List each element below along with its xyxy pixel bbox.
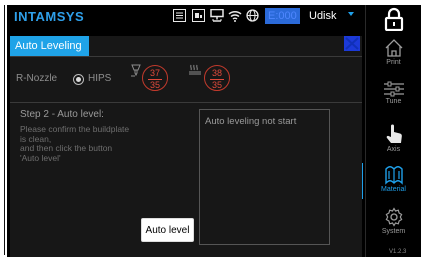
auto-level-button[interactable]: Auto level — [141, 218, 194, 242]
section-divider — [10, 102, 362, 103]
instructions-text: Please confirm the buildplate is clean, … — [20, 124, 180, 163]
gear-icon — [385, 207, 402, 227]
step-title: Step 2 - Auto level: — [20, 109, 104, 120]
firmware-version: V1.2.3 — [389, 249, 407, 255]
filament-spool-icon — [384, 166, 403, 185]
left-border-line — [4, 5, 5, 255]
status-log-box: Auto leveling not start — [199, 109, 330, 245]
nozzle-label: R-Nozzle — [16, 73, 58, 84]
bed-temp-target: 35 — [211, 80, 222, 90]
close-button[interactable] — [344, 36, 360, 51]
lock-icon — [384, 7, 403, 31]
grid-icon — [173, 9, 187, 22]
nav-item-system[interactable]: System — [366, 207, 421, 247]
bed-temp-current: 38 — [211, 68, 222, 78]
heated-bed-icon — [188, 64, 202, 83]
material-label: HIPS — [88, 73, 112, 84]
radio-dot — [76, 77, 81, 82]
chevron-down-icon[interactable] — [348, 12, 354, 16]
nav-label-tune: Tune — [385, 98, 402, 105]
auto-leveling-dialog: Auto Leveling R-Nozzle HIPS 37 35 38 35 … — [10, 36, 362, 257]
error-code-badge[interactable]: E:000 — [265, 8, 300, 24]
nav-item-tune[interactable]: Tune — [366, 81, 421, 121]
nav-label-system: System — [381, 228, 406, 235]
storage-selector[interactable]: Udisk — [309, 8, 337, 24]
nozzle-temperature: 37 35 — [142, 65, 168, 91]
close-icon — [345, 37, 359, 50]
home-icon — [385, 39, 402, 57]
wifi-icon — [228, 9, 242, 22]
brand-logo: INTAMSYS — [14, 9, 85, 24]
nav-label-print: Print — [386, 59, 401, 66]
lock-button[interactable] — [366, 7, 421, 33]
dialog-title: Auto Leveling — [10, 36, 89, 56]
nozzle-icon — [130, 64, 142, 83]
globe-icon — [246, 9, 260, 22]
nozzle-temp-current: 37 — [149, 68, 160, 78]
title-divider — [10, 56, 362, 57]
hand-pointer-icon — [386, 124, 402, 143]
nav-label-material: Material — [381, 186, 406, 193]
nozzle-temp-target: 35 — [149, 80, 160, 90]
sliders-icon — [383, 81, 404, 97]
nav-item-material[interactable]: Material — [366, 165, 421, 205]
folder-icon — [192, 9, 206, 22]
bed-temperature: 38 35 — [204, 65, 230, 91]
instruction-line: 'Auto level' — [20, 152, 61, 163]
material-radio[interactable] — [73, 74, 84, 85]
printer-screen: INTAMSYS E:000 Udisk Print Tune Axis Mat… — [7, 5, 421, 257]
nav-item-axis[interactable]: Axis — [366, 123, 421, 163]
network-icon — [210, 8, 224, 22]
status-message: Auto leveling not start — [205, 116, 297, 127]
nav-label-axis: Axis — [386, 146, 401, 153]
status-bar: INTAMSYS E:000 Udisk — [7, 5, 365, 27]
side-navigation: Print Tune Axis Material System — [365, 5, 421, 257]
nav-item-print[interactable]: Print — [366, 38, 421, 78]
